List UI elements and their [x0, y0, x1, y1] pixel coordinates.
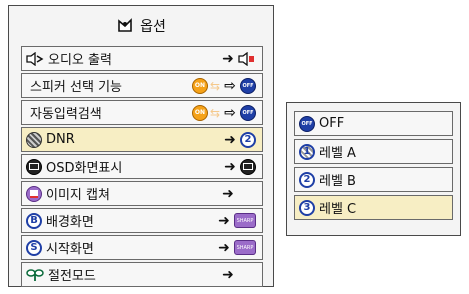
- menu-item-auto-input-search[interactable]: 자동입력검색 ON ⇆ ⇨ OFF: [21, 100, 263, 125]
- level-3-icon: 3: [299, 199, 315, 216]
- menu-item-osd-display[interactable]: OSD화면표시 ➜: [21, 154, 263, 179]
- audio-output-icon: [26, 51, 44, 67]
- sharp-logo-icon: SHARP: [234, 240, 256, 255]
- menu-item-label: 시작화면: [46, 242, 94, 257]
- off-badge-icon: OFF: [240, 77, 256, 94]
- swap-arrows-icon: ⇆: [209, 78, 220, 93]
- off-badge-icon: OFF: [240, 104, 256, 121]
- osd-icon: [240, 158, 256, 175]
- menu-item-power-save[interactable]: 절전모드 ➜: [21, 262, 263, 287]
- dnr-icon: [26, 131, 42, 148]
- sharp-logo-icon: SHARP: [234, 213, 256, 228]
- background-icon: B: [26, 212, 42, 229]
- arrow-right-icon: ➜: [218, 239, 230, 256]
- off-badge-icon: OFF: [299, 115, 315, 132]
- menu-item-label: 배경화면: [46, 215, 94, 230]
- osd-icon: [26, 158, 42, 175]
- level-1-icon: 1: [299, 143, 315, 160]
- on-badge-icon: ON: [191, 77, 208, 94]
- menu-item-startup-screen[interactable]: S 시작화면 ➜ SHARP: [21, 235, 263, 260]
- menu-item-label: 스피커 선택 기능: [30, 80, 122, 95]
- arrow-right-icon: ➜: [224, 158, 236, 175]
- image-capture-icon: [26, 185, 42, 202]
- menu-item-label: 오디오 출력: [48, 53, 112, 68]
- options-menu: 옵션 오디오 출력 ➜ 스피커 선택 기능 ON ⇆ ⇨ OFF 자동입력검색 …: [8, 5, 274, 287]
- menu-item-label: 이미지 캡쳐: [46, 188, 110, 203]
- menu-item-label: OSD화면표시: [46, 161, 123, 176]
- option-label: 레벨 A: [319, 146, 356, 161]
- on-badge-icon: ON: [191, 104, 208, 121]
- menu-title-text: 옵션: [140, 19, 166, 35]
- arrow-right-icon: ➜: [218, 212, 230, 229]
- arrow-right-icon: ⇨: [224, 77, 236, 94]
- speaker-icon: [238, 51, 256, 67]
- startup-screen-icon: S: [26, 239, 42, 256]
- dnr-option-level-b[interactable]: 2 레벨 B: [294, 167, 453, 192]
- option-label: 레벨 C: [319, 202, 357, 217]
- swap-arrows-icon: ⇆: [209, 105, 220, 120]
- menu-item-label: DNR: [46, 132, 75, 147]
- menu-item-image-capture[interactable]: 이미지 캡쳐 ➜: [21, 181, 263, 206]
- arrow-right-icon: ➜: [222, 185, 234, 202]
- level-2-icon: 2: [299, 171, 315, 188]
- arrow-right-icon: ➜: [224, 131, 236, 148]
- menu-item-background[interactable]: B 배경화면 ➜ SHARP: [21, 208, 263, 233]
- level-value-badge: 2: [240, 131, 256, 148]
- option-label: 레벨 B: [319, 174, 356, 189]
- arrow-right-icon: ⇨: [224, 104, 236, 121]
- arrow-right-icon: ➜: [222, 266, 234, 283]
- power-save-icon: [26, 267, 44, 283]
- menu-title: 옵션: [9, 12, 273, 40]
- menu-item-speaker-select[interactable]: 스피커 선택 기능 ON ⇆ ⇨ OFF: [21, 73, 263, 98]
- menu-item-label: 자동입력검색: [30, 107, 102, 122]
- arrow-right-icon: ➜: [222, 50, 234, 67]
- dnr-option-level-a[interactable]: 1 레벨 A: [294, 139, 453, 164]
- option-label: OFF: [319, 116, 345, 131]
- dnr-option-level-c[interactable]: 3 레벨 C: [294, 195, 453, 220]
- dnr-submenu: OFF OFF 1 레벨 A 2 레벨 B 3 레벨 C: [286, 102, 461, 236]
- menu-item-dnr[interactable]: DNR ➜ 2: [21, 127, 263, 152]
- menu-item-label: 절전모드: [48, 269, 96, 284]
- options-icon: [116, 18, 134, 34]
- menu-item-audio-output[interactable]: 오디오 출력 ➜: [21, 46, 263, 71]
- dnr-option-off[interactable]: OFF OFF: [294, 111, 453, 136]
